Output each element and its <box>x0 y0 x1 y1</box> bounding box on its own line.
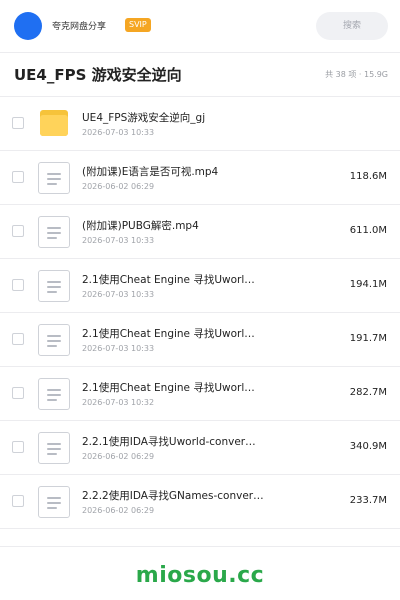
file-date: 2026-06-02 06:29 <box>82 506 155 515</box>
file-row[interactable]: 2.2.2使用IDA寻找GNames-conver… 2026-06-02 06:… <box>0 475 400 529</box>
row-checkbox[interactable] <box>12 441 24 453</box>
file-size: 191.7M <box>349 333 387 344</box>
folder-summary: 共 38 项 · 15.9G <box>325 70 388 79</box>
file-row[interactable]: (附加课)PUBG解密.mp4 2026-07-03 10:33 611.0M <box>0 205 400 259</box>
file-date: 2026-06-02 06:29 <box>82 182 155 191</box>
watermark: miosou.cc <box>135 563 265 588</box>
file-name: 2.2.2使用IDA寻找GNames-conver… <box>82 490 264 502</box>
file-size: 611.0M <box>349 225 387 236</box>
svip-badge: SVIP <box>125 18 151 32</box>
file-size: 282.7M <box>349 387 387 398</box>
file-row[interactable]: 2.1使用Cheat Engine 寻找Uworl… 2026-07-03 10:… <box>0 259 400 313</box>
row-checkbox[interactable] <box>12 117 24 129</box>
file-size: 233.7M <box>349 495 387 506</box>
file-name: 2.1使用Cheat Engine 寻找Uworl… <box>82 328 255 340</box>
file-name: 2.1使用Cheat Engine 寻找Uworl… <box>82 274 255 286</box>
file-size: 194.1M <box>349 279 387 290</box>
file-date: 2026-07-03 10:33 <box>82 236 155 245</box>
search-button[interactable]: 搜索 <box>316 12 388 40</box>
file-row[interactable]: 2.2.1使用IDA寻找Uworld-conver… 2026-06-02 06:… <box>0 421 400 475</box>
page-title: UE4_FPS 游戏安全逆向 <box>14 66 182 84</box>
avatar[interactable] <box>14 12 42 40</box>
folder-row[interactable]: UE4_FPS游戏安全逆向_gj 2026-07-03 10:33 <box>0 97 400 151</box>
row-checkbox[interactable] <box>12 279 24 291</box>
file-date: 2026-07-03 10:33 <box>82 344 155 353</box>
folder-icon <box>38 108 70 140</box>
document-icon <box>38 162 70 194</box>
file-size: 340.9M <box>349 441 387 452</box>
file-name: 2.1使用Cheat Engine 寻找Uworl… <box>82 382 255 394</box>
file-size: 118.6M <box>349 171 387 182</box>
document-icon <box>38 432 70 464</box>
file-row[interactable]: 2.1使用Cheat Engine 寻找Uworl… 2026-07-03 10:… <box>0 313 400 367</box>
document-icon <box>38 486 70 518</box>
file-name: 2.2.1使用IDA寻找Uworld-conver… <box>82 436 256 448</box>
header-divider <box>0 52 400 53</box>
row-checkbox[interactable] <box>12 333 24 345</box>
file-date: 2026-07-03 10:32 <box>82 398 155 407</box>
file-date: 2026-07-03 10:33 <box>82 128 155 137</box>
row-checkbox[interactable] <box>12 387 24 399</box>
app-name: 夸克网盘分享 <box>52 22 107 32</box>
file-row[interactable]: 2.1使用Cheat Engine 寻找Uworl… 2026-07-03 10:… <box>0 367 400 421</box>
row-checkbox[interactable] <box>12 495 24 507</box>
row-checkbox[interactable] <box>12 171 24 183</box>
document-icon <box>38 270 70 302</box>
document-icon <box>38 324 70 356</box>
document-icon <box>38 378 70 410</box>
search-placeholder: 搜索 <box>342 21 361 31</box>
file-date: 2026-07-03 10:33 <box>82 290 155 299</box>
file-name: (附加课)PUBG解密.mp4 <box>82 220 199 232</box>
document-icon <box>38 216 70 248</box>
file-name: UE4_FPS游戏安全逆向_gj <box>82 112 206 124</box>
row-checkbox[interactable] <box>12 225 24 237</box>
row-divider <box>0 528 400 529</box>
file-row[interactable]: (附加课)E语言是否可视.mp4 2026-06-02 06:29 118.6M <box>0 151 400 205</box>
file-date: 2026-06-02 06:29 <box>82 452 155 461</box>
file-name: (附加课)E语言是否可视.mp4 <box>82 166 219 178</box>
header: 夸克网盘分享 SVIP 搜索 <box>0 0 400 52</box>
list-end-divider <box>0 546 400 547</box>
